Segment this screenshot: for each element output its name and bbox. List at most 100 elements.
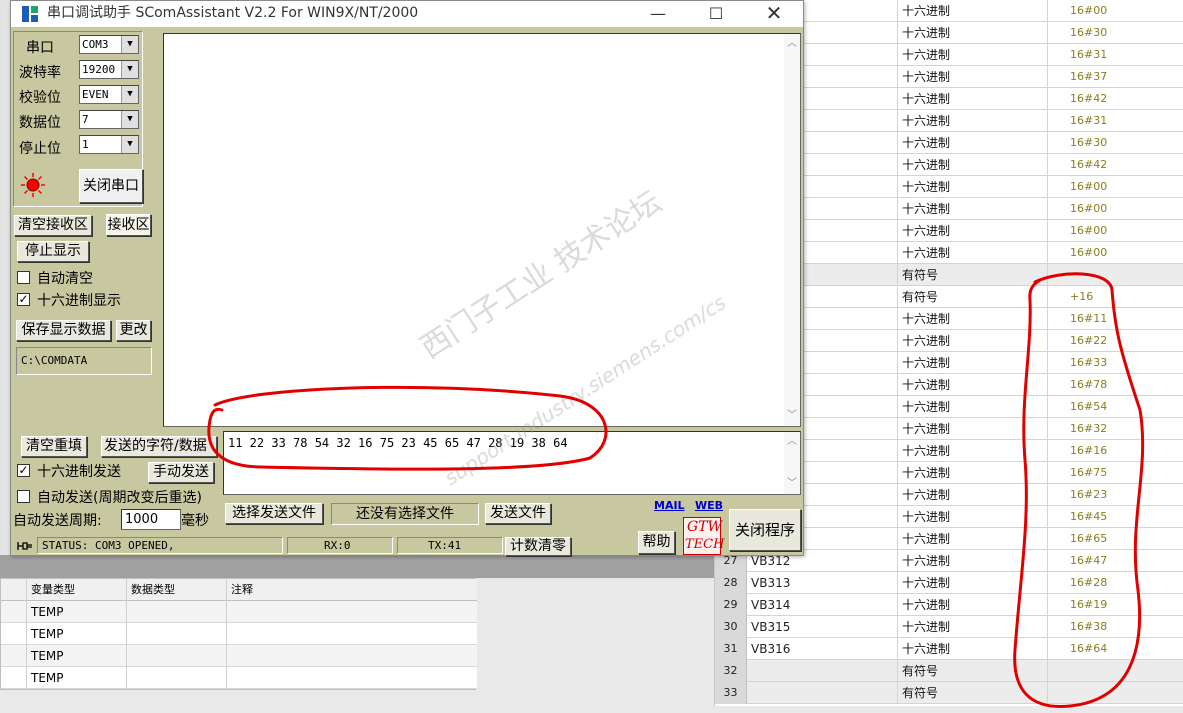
web-link[interactable]: WEB <box>695 499 723 512</box>
status-table-row[interactable]: 32 有符号 <box>715 660 1183 682</box>
address-cell[interactable]: VB316 <box>751 638 790 660</box>
format-cell[interactable]: 有符号 <box>897 264 1047 286</box>
format-cell[interactable]: 十六进制 <box>897 462 1047 484</box>
format-cell[interactable]: 十六进制 <box>897 572 1047 594</box>
var-type-cell[interactable]: TEMP <box>26 623 126 645</box>
var-type-cell[interactable]: TEMP <box>26 667 126 689</box>
parity-select[interactable]: EVEN ▼ <box>79 85 139 104</box>
format-cell[interactable]: 有符号 <box>897 682 1047 704</box>
variable-table-row[interactable]: TEMP <box>1 601 477 623</box>
format-cell[interactable]: 十六进制 <box>897 396 1047 418</box>
comment-cell[interactable] <box>226 645 477 667</box>
format-cell[interactable]: 十六进制 <box>897 242 1047 264</box>
status-table-row[interactable]: 28 VB313 十六进制 16#28 <box>715 572 1183 594</box>
receive-scrollbar[interactable]: ︿ ﹀ <box>784 34 800 426</box>
status-table-row[interactable]: 33 有符号 <box>715 682 1183 704</box>
close-port-button[interactable]: 关闭串口 <box>79 169 143 203</box>
format-cell[interactable]: 十六进制 <box>897 638 1047 660</box>
format-cell[interactable]: 十六进制 <box>897 594 1047 616</box>
auto-clear-checkbox[interactable] <box>17 271 30 284</box>
status-table-row[interactable]: 31 VB316 十六进制 16#64 <box>715 638 1183 660</box>
maximize-button[interactable]: ☐ <box>687 1 745 27</box>
clear-receive-button[interactable]: 清空接收区 <box>14 215 92 236</box>
reset-count-button[interactable]: 计数清零 <box>505 537 571 556</box>
data-type-cell[interactable] <box>126 667 226 689</box>
format-cell[interactable]: 十六进制 <box>897 110 1047 132</box>
comment-cell[interactable] <box>226 601 477 623</box>
scroll-up-icon[interactable]: ︿ <box>784 36 800 52</box>
scroll-up-icon[interactable]: ︿ <box>784 434 800 450</box>
format-cell[interactable]: 十六进制 <box>897 132 1047 154</box>
format-cell[interactable]: 十六进制 <box>897 330 1047 352</box>
format-cell[interactable]: 十六进制 <box>897 198 1047 220</box>
send-file-button[interactable]: 发送文件 <box>485 503 551 524</box>
var-type-cell[interactable]: TEMP <box>26 645 126 667</box>
send-input[interactable]: 11 22 33 78 54 32 16 75 23 45 65 47 28 1… <box>223 431 801 495</box>
status-table-row[interactable]: 30 VB315 十六进制 16#38 <box>715 616 1183 638</box>
select-send-file-button[interactable]: 选择发送文件 <box>225 503 323 524</box>
format-cell[interactable]: 十六进制 <box>897 506 1047 528</box>
stopbits-select[interactable]: 1 ▼ <box>79 135 139 154</box>
header-var-type[interactable]: 变量类型 <box>26 579 126 601</box>
send-scrollbar[interactable]: ︿ ﹀ <box>784 432 800 494</box>
format-cell[interactable]: 十六进制 <box>897 88 1047 110</box>
data-type-cell[interactable] <box>126 601 226 623</box>
format-cell[interactable]: 十六进制 <box>897 374 1047 396</box>
format-cell[interactable]: 十六进制 <box>897 22 1047 44</box>
format-cell[interactable]: 十六进制 <box>897 0 1047 22</box>
format-cell[interactable]: 十六进制 <box>897 308 1047 330</box>
data-type-cell[interactable] <box>126 645 226 667</box>
close-window-button[interactable]: ✕ <box>745 1 803 27</box>
variable-table-row[interactable]: TEMP <box>1 645 477 667</box>
format-cell[interactable]: 有符号 <box>897 286 1047 308</box>
header-data-type[interactable]: 数据类型 <box>126 579 226 601</box>
baud-select[interactable]: 19200 ▼ <box>79 60 139 79</box>
format-cell[interactable]: 十六进制 <box>897 418 1047 440</box>
title-bar[interactable]: 串口调试助手 SComAssistant V2.2 For WIN9X/NT/2… <box>11 1 803 27</box>
chevron-down-icon[interactable]: ▼ <box>121 111 138 128</box>
auto-send-checkbox[interactable] <box>17 490 30 503</box>
format-cell[interactable]: 十六进制 <box>897 176 1047 198</box>
scroll-down-icon[interactable]: ﹀ <box>784 476 800 492</box>
minimize-button[interactable]: — <box>629 1 687 27</box>
hex-send-checkbox[interactable]: ✓ <box>17 464 30 477</box>
change-path-button[interactable]: 更改 <box>116 320 151 341</box>
status-table-row[interactable]: 29 VB314 十六进制 16#19 <box>715 594 1183 616</box>
variable-table-row[interactable]: TEMP <box>1 623 477 645</box>
save-path-field[interactable]: C:\COMDATA <box>16 347 152 375</box>
format-cell[interactable]: 十六进制 <box>897 616 1047 638</box>
manual-send-button[interactable]: 手动发送 <box>148 462 214 483</box>
format-cell[interactable]: 十六进制 <box>897 352 1047 374</box>
comment-cell[interactable] <box>226 667 477 689</box>
clear-refill-button[interactable]: 清空重填 <box>21 436 87 457</box>
format-cell[interactable]: 十六进制 <box>897 550 1047 572</box>
chevron-down-icon[interactable]: ▼ <box>121 136 138 153</box>
chevron-down-icon[interactable]: ▼ <box>121 86 138 103</box>
format-cell[interactable]: 十六进制 <box>897 220 1047 242</box>
format-cell[interactable]: 十六进制 <box>897 440 1047 462</box>
format-cell[interactable]: 有符号 <box>897 660 1047 682</box>
address-cell[interactable]: VB313 <box>751 572 790 594</box>
mail-link[interactable]: MAIL <box>654 499 685 512</box>
scroll-down-icon[interactable]: ﹀ <box>784 408 800 424</box>
stop-display-button[interactable]: 停止显示 <box>17 241 89 262</box>
port-select[interactable]: COM3 ▼ <box>79 35 139 54</box>
chevron-down-icon[interactable]: ▼ <box>121 61 138 78</box>
format-cell[interactable]: 十六进制 <box>897 484 1047 506</box>
header-comment[interactable]: 注释 <box>226 579 477 601</box>
save-data-button[interactable]: 保存显示数据 <box>16 320 111 341</box>
receive-area[interactable]: ︿ ﹀ <box>163 33 801 427</box>
format-cell[interactable]: 十六进制 <box>897 66 1047 88</box>
format-cell[interactable]: 十六进制 <box>897 528 1047 550</box>
address-cell[interactable]: VB315 <box>751 616 790 638</box>
data-type-cell[interactable] <box>126 623 226 645</box>
address-cell[interactable]: VB314 <box>751 594 790 616</box>
var-type-cell[interactable]: TEMP <box>26 601 126 623</box>
chevron-down-icon[interactable]: ▼ <box>121 36 138 53</box>
variable-table-row[interactable]: TEMP <box>1 667 477 689</box>
hex-display-checkbox[interactable]: ✓ <box>17 293 30 306</box>
format-cell[interactable]: 十六进制 <box>897 44 1047 66</box>
databits-select[interactable]: 7 ▼ <box>79 110 139 129</box>
auto-send-period-input[interactable]: 1000 <box>121 509 181 530</box>
format-cell[interactable]: 十六进制 <box>897 154 1047 176</box>
